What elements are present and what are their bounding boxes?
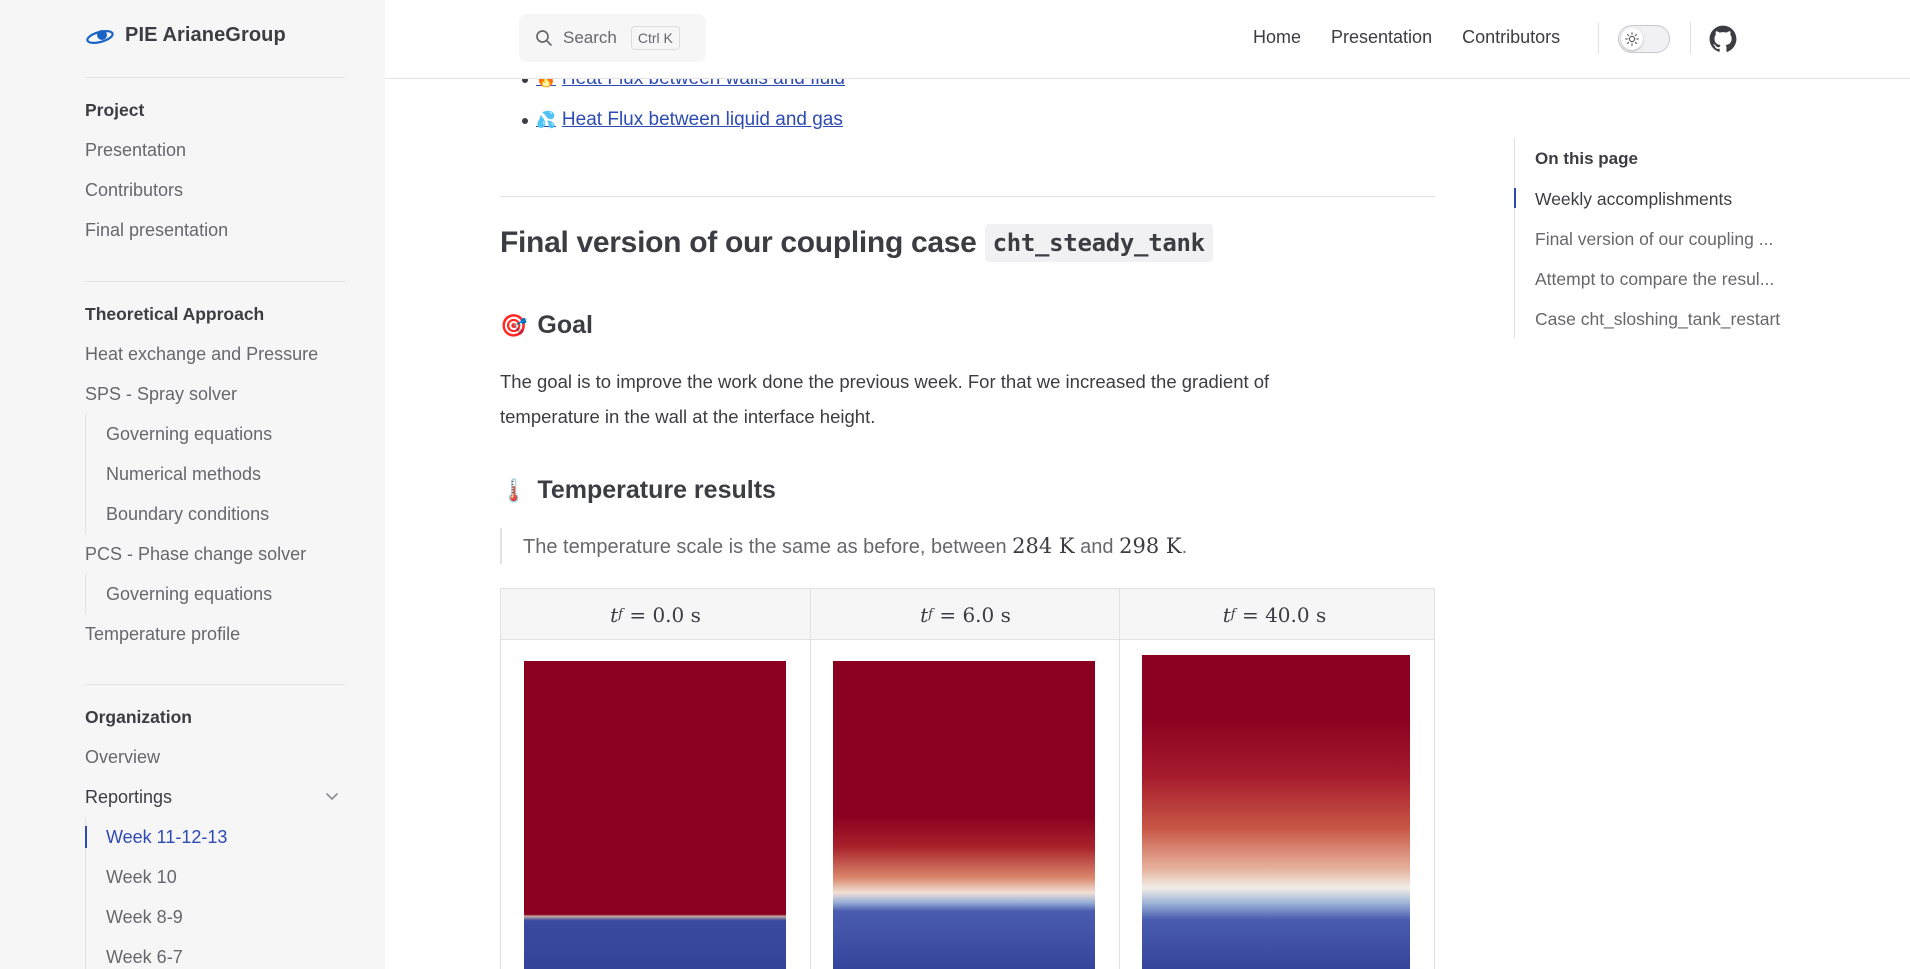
- chevron-down-icon[interactable]: [324, 788, 340, 804]
- toc-item[interactable]: Attempt to compare the resul...: [1535, 269, 1774, 290]
- simulation-image-t6: [833, 661, 1095, 969]
- sidebar-item-presentation[interactable]: Presentation: [85, 140, 186, 161]
- thermometer-icon: 🌡️: [500, 477, 528, 503]
- table-header-cell: tf = 0.0 s: [610, 602, 701, 627]
- sidebar-divider: [85, 77, 345, 78]
- toc-item[interactable]: Final version of our coupling ...: [1535, 229, 1773, 250]
- heading-text: Final version of our coupling case: [500, 226, 977, 259]
- temperature-heading: 🌡️ Temperature results: [500, 476, 776, 505]
- toc-active-indicator: [1514, 188, 1516, 208]
- goal-title: Goal: [537, 311, 593, 339]
- section-divider: [500, 196, 1435, 197]
- sidebar-group-organization: Organization: [85, 707, 192, 727]
- sidebar-item-pcs-governing[interactable]: Governing equations: [106, 584, 272, 605]
- simulation-image-t0: [524, 661, 786, 969]
- heading-code: cht_steady_tank: [984, 224, 1213, 262]
- link-heat-flux-liquid-gas[interactable]: Heat Flux between liquid and gas: [562, 109, 843, 131]
- table-header: tf = 0.0 s tf = 6.0 s tf = 40.0 s: [501, 589, 1434, 640]
- quote-value-max: 298 K: [1119, 534, 1182, 558]
- sidebar-divider: [85, 684, 345, 685]
- sidebar-item-week-11-12-13[interactable]: Week 11-12-13: [106, 827, 227, 848]
- brand-title: PIE ArianeGroup: [125, 24, 286, 46]
- sidebar-sub-rail: [85, 414, 86, 534]
- table-header-cell: tf = 6.0 s: [920, 602, 1011, 627]
- sidebar-item-temperature-profile[interactable]: Temperature profile: [85, 624, 240, 645]
- search-button[interactable]: Search Ctrl K: [519, 14, 706, 62]
- sidebar-item-sps[interactable]: SPS - Spray solver: [85, 384, 237, 405]
- table-column-separator: [810, 589, 811, 969]
- results-table: tf = 0.0 s tf = 6.0 s tf = 40.0 s: [500, 588, 1435, 969]
- sidebar-item-week-10[interactable]: Week 10: [106, 867, 177, 888]
- nav-separator: [1598, 22, 1599, 54]
- nav-contributors[interactable]: Contributors: [1462, 27, 1560, 48]
- sidebar-item-contributors[interactable]: Contributors: [85, 180, 183, 201]
- sidebar-group-theory: Theoretical Approach: [85, 304, 265, 324]
- quote-and: and: [1080, 536, 1114, 558]
- github-icon[interactable]: [1709, 25, 1737, 53]
- sidebar-item-pcs[interactable]: PCS - Phase change solver: [85, 544, 306, 565]
- sidebar: PIE ArianeGroup Project Presentation Con…: [0, 0, 385, 969]
- toc-rail: [1514, 138, 1515, 338]
- table-column-separator: [1119, 589, 1120, 969]
- sidebar-item-final-presentation[interactable]: Final presentation: [85, 220, 228, 241]
- sidebar-group-project: Project: [85, 100, 145, 120]
- sidebar-active-indicator: [85, 826, 87, 848]
- target-icon: 🎯: [500, 312, 528, 338]
- quote-value-min: 284 K: [1012, 534, 1075, 558]
- search-label: Search: [563, 28, 617, 47]
- search-shortcut: Ctrl K: [630, 26, 680, 50]
- sidebar-divider: [85, 281, 345, 282]
- goal-paragraph: The goal is to improve the work done the…: [500, 371, 1270, 427]
- search-icon: [536, 30, 552, 46]
- sidebar-item-heat-exchange[interactable]: Heat exchange and Pressure: [85, 344, 318, 365]
- sidebar-item-reportings[interactable]: Reportings: [85, 787, 172, 808]
- sun-icon: [1621, 28, 1643, 50]
- list-item-link[interactable]: 💦 Heat Flux between liquid and gas: [522, 109, 843, 131]
- sidebar-item-week-8-9[interactable]: Week 8-9: [106, 907, 183, 928]
- brand[interactable]: PIE ArianeGroup: [85, 24, 286, 47]
- table-header-cell: tf = 40.0 s: [1222, 602, 1327, 627]
- goal-heading: 🎯 Goal: [500, 311, 593, 340]
- quote-prefix: The temperature scale is the same as bef…: [523, 536, 1007, 558]
- toc-item[interactable]: Weekly accomplishments: [1535, 189, 1732, 210]
- nav-links: Home Presentation Contributors: [1253, 27, 1560, 48]
- quote-suffix: .: [1181, 536, 1188, 558]
- nav-separator: [1690, 22, 1691, 54]
- section-heading: Final version of our coupling case cht_s…: [500, 224, 1213, 262]
- toc-item[interactable]: Case cht_sloshing_tank_restart: [1535, 309, 1780, 330]
- sidebar-item-overview[interactable]: Overview: [85, 747, 160, 768]
- sidebar-item-sps-numerical[interactable]: Numerical methods: [106, 464, 261, 485]
- theme-toggle[interactable]: [1618, 25, 1670, 53]
- top-navbar: Search Ctrl K Home Presentation Contribu…: [385, 0, 1910, 79]
- temperature-title: Temperature results: [537, 476, 776, 504]
- sidebar-item-sps-boundary[interactable]: Boundary conditions: [106, 504, 269, 525]
- sidebar-item-week-6-7[interactable]: Week 6-7: [106, 947, 183, 968]
- droplets-icon: 💦: [536, 112, 556, 129]
- nav-presentation[interactable]: Presentation: [1331, 27, 1432, 48]
- simulation-image-t40: [1142, 655, 1410, 969]
- toc-title: On this page: [1535, 149, 1638, 168]
- logo-icon: [86, 29, 114, 44]
- blockquote: The temperature scale is the same as bef…: [500, 528, 1187, 564]
- sidebar-item-sps-governing[interactable]: Governing equations: [106, 424, 272, 445]
- sidebar-sub-rail: [85, 574, 86, 614]
- nav-home[interactable]: Home: [1253, 27, 1301, 48]
